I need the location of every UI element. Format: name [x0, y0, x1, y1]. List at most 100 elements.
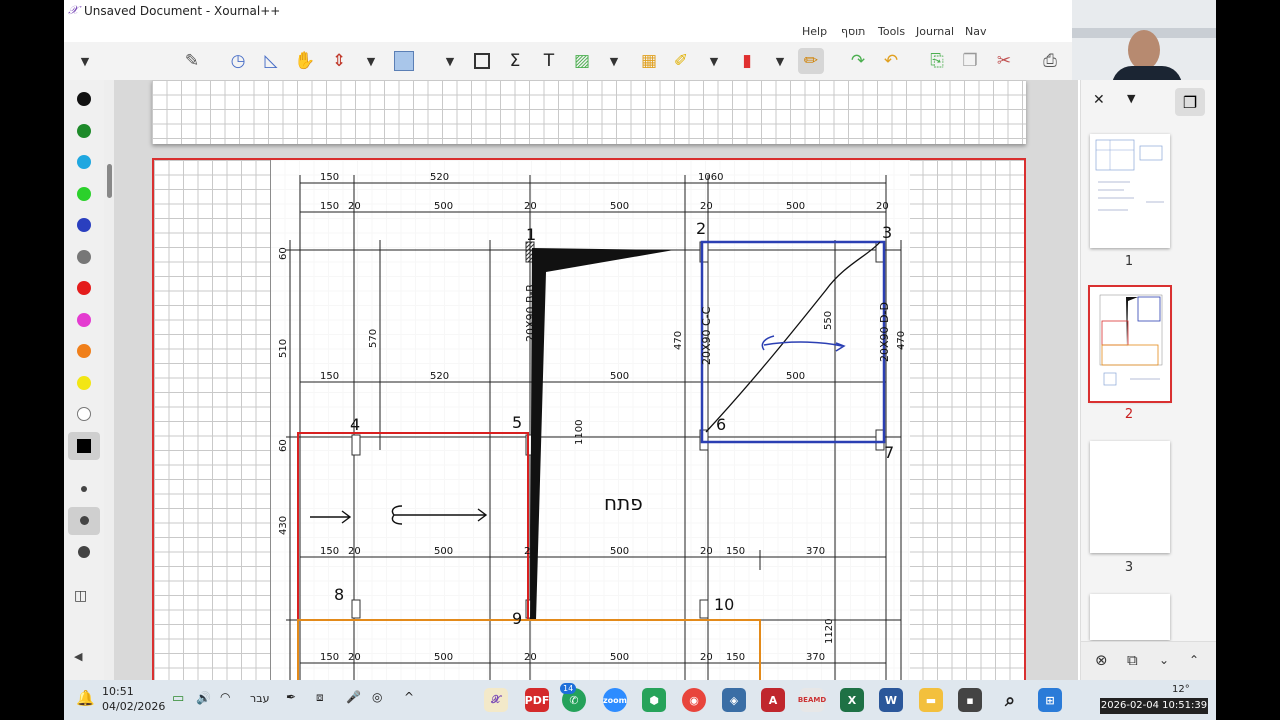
search-icon[interactable]: ⌕ — [998, 688, 1022, 712]
collapse-left-icon[interactable]: ◀ — [74, 650, 82, 663]
file-explorer-taskbar-icon[interactable]: ▬ — [919, 688, 943, 712]
excel-taskbar-icon[interactable]: X — [840, 688, 864, 712]
shape-recognizer-icon[interactable]: ✎ — [179, 48, 205, 74]
copy-page-icon[interactable]: ⧉ — [1127, 651, 1138, 669]
copy-icon[interactable]: ❐ — [957, 48, 983, 74]
image-icon[interactable]: ▨ — [569, 48, 595, 74]
word-taskbar-icon[interactable]: W — [879, 688, 903, 712]
page-background-icon[interactable] — [391, 48, 417, 74]
image-dropdown[interactable]: ▼ — [607, 48, 621, 74]
paste-icon[interactable]: ⎘ — [924, 48, 950, 74]
color-green-dot[interactable] — [77, 124, 91, 138]
compass-icon[interactable]: ◷ — [225, 48, 251, 74]
beamd-taskbar-icon[interactable]: BEAMD — [798, 688, 826, 712]
dim-label: 20 — [700, 652, 713, 663]
toolbar-menu-dropdown[interactable]: ▼ — [78, 48, 92, 74]
dim-label: 150 — [726, 546, 745, 557]
windows-start-icon[interactable]: ⊞ — [1038, 688, 1062, 712]
wifi-icon[interactable]: ◠ — [220, 690, 230, 704]
menu-help[interactable]: Help — [802, 25, 827, 38]
hand-icon[interactable]: ✋ — [292, 48, 318, 74]
show-hidden-icons[interactable]: ^ — [404, 690, 414, 704]
color-orange-dot[interactable] — [77, 344, 91, 358]
color-white-dot[interactable] — [77, 407, 91, 421]
color-black-dot[interactable] — [77, 92, 91, 106]
page-thumbnail[interactable] — [1090, 594, 1170, 640]
node-label: 7 — [884, 443, 894, 462]
move-page-up-icon[interactable]: ⌃ — [1189, 653, 1199, 667]
page-thumbnail[interactable] — [1090, 441, 1170, 553]
snipping-icon[interactable]: ⧈ — [316, 690, 324, 705]
highlighter-dropdown[interactable]: ▼ — [707, 48, 721, 74]
page-thumbnail[interactable] — [1090, 134, 1170, 248]
rectangle-icon[interactable] — [469, 48, 495, 74]
title-bar: 𝒳 Unsaved Document - Xournal++ — [64, 0, 1072, 22]
pen-icon[interactable]: ✏ — [798, 48, 824, 74]
select-region-icon[interactable]: ▦ — [636, 48, 662, 74]
dim-label: 500 — [434, 652, 453, 663]
color-lightblue-dot[interactable] — [77, 155, 91, 169]
color-gray-dot[interactable] — [77, 250, 91, 264]
dim-label: 60 — [278, 247, 289, 260]
terminal-taskbar-icon[interactable]: ▪ — [958, 688, 982, 712]
menu-journal[interactable]: Journal — [916, 25, 954, 38]
node-label: 1 — [526, 225, 536, 244]
menu-navigation[interactable]: Nav — [965, 25, 986, 38]
vertical-space-dropdown[interactable]: ▼ — [364, 48, 378, 74]
page-thumbnail-selected[interactable] — [1088, 285, 1172, 403]
vertical-space-icon[interactable]: ⇕ — [326, 48, 352, 74]
dim-label: 150 — [320, 546, 339, 557]
delete-page-icon[interactable]: ⊗ — [1095, 651, 1108, 669]
notification-bell-icon[interactable]: 🔔 — [76, 689, 95, 707]
clock-date[interactable]: 04/02/2026 — [102, 700, 165, 713]
close-sidebar-icon[interactable]: ✕ — [1093, 92, 1105, 108]
move-page-down-icon[interactable]: ⌄ — [1159, 653, 1169, 667]
eraser-icon[interactable]: ▮ — [734, 48, 760, 74]
cut-icon[interactable]: ✂ — [991, 48, 1017, 74]
size-fine-dot[interactable] — [81, 486, 87, 492]
document-canvas[interactable]: 150 520 1060 150 20 500 20 500 20 500 20… — [114, 80, 1078, 680]
text-tool-icon[interactable]: T — [536, 48, 562, 74]
pen-menu-icon[interactable]: ✒ — [286, 690, 296, 704]
autocad-taskbar-icon[interactable]: A — [761, 688, 785, 712]
pair-pages-icon[interactable]: ◫ — [74, 588, 87, 604]
microphone-icon[interactable]: 🎤 — [346, 690, 361, 704]
setsquare-icon[interactable]: ◺ — [258, 48, 284, 74]
pdf-reader-taskbar-icon[interactable]: PDF — [525, 688, 549, 712]
zoom-taskbar-icon[interactable]: zoom — [603, 688, 627, 712]
background-dropdown[interactable]: ▼ — [443, 48, 457, 74]
dim-label: 20 — [524, 652, 537, 663]
page-layout-icon[interactable]: ❐ — [1175, 88, 1205, 116]
page-preview-sidebar: ✕ ▼ ❐ 1 2 3 ⊗ ⧉ ⌄ ⌃ — [1080, 80, 1216, 680]
keyboard-language[interactable]: עבר — [250, 692, 269, 705]
camera-privacy-icon[interactable]: ◎ — [372, 690, 382, 704]
chrome-taskbar-icon[interactable]: ◉ — [682, 688, 706, 712]
xournal-taskbar-icon[interactable]: 𝒳 — [484, 688, 508, 712]
dim-label: 150 — [726, 652, 745, 663]
volume-icon[interactable]: 🔊 — [196, 691, 211, 705]
dim-label: 20 — [524, 201, 537, 212]
undo-icon[interactable]: ↶ — [878, 48, 904, 74]
vertical-scrollbar-thumb[interactable] — [107, 164, 112, 198]
toolbar: ▼ ✎ ◷ ◺ ✋ ⇕ ▼ ▼ Σ T ▨ ▼ ▦ ✐ ▼ ▮ ▼ ✏ ↷ ↶ … — [64, 42, 1072, 81]
highlighter-icon[interactable]: ✐ — [668, 48, 694, 74]
color-yellow-dot[interactable] — [77, 376, 91, 390]
color-blue-dot[interactable] — [77, 218, 91, 232]
sidebar-mode-dropdown[interactable]: ▼ — [1127, 92, 1135, 105]
node-label: 8 — [334, 585, 344, 604]
color-magenta-dot[interactable] — [77, 313, 91, 327]
menu-tools[interactable]: Tools — [878, 25, 905, 38]
battery-icon[interactable]: ▭ — [172, 691, 184, 706]
color-lightgreen-dot[interactable] — [77, 187, 91, 201]
clock-time[interactable]: 10:51 — [102, 685, 134, 698]
size-thick-dot[interactable] — [78, 546, 90, 558]
sketchup-taskbar-icon[interactable]: ◈ — [722, 688, 746, 712]
dim-label: 20 — [348, 652, 361, 663]
latex-icon[interactable]: Σ — [502, 48, 528, 74]
eraser-dropdown[interactable]: ▼ — [773, 48, 787, 74]
print-icon[interactable]: ⎙ — [1037, 48, 1063, 74]
redo-icon[interactable]: ↷ — [845, 48, 871, 74]
menu-plugin[interactable]: תוסף — [841, 25, 865, 38]
color-red-dot[interactable] — [77, 281, 91, 295]
app-taskbar-icon[interactable]: ⬢ — [642, 688, 666, 712]
